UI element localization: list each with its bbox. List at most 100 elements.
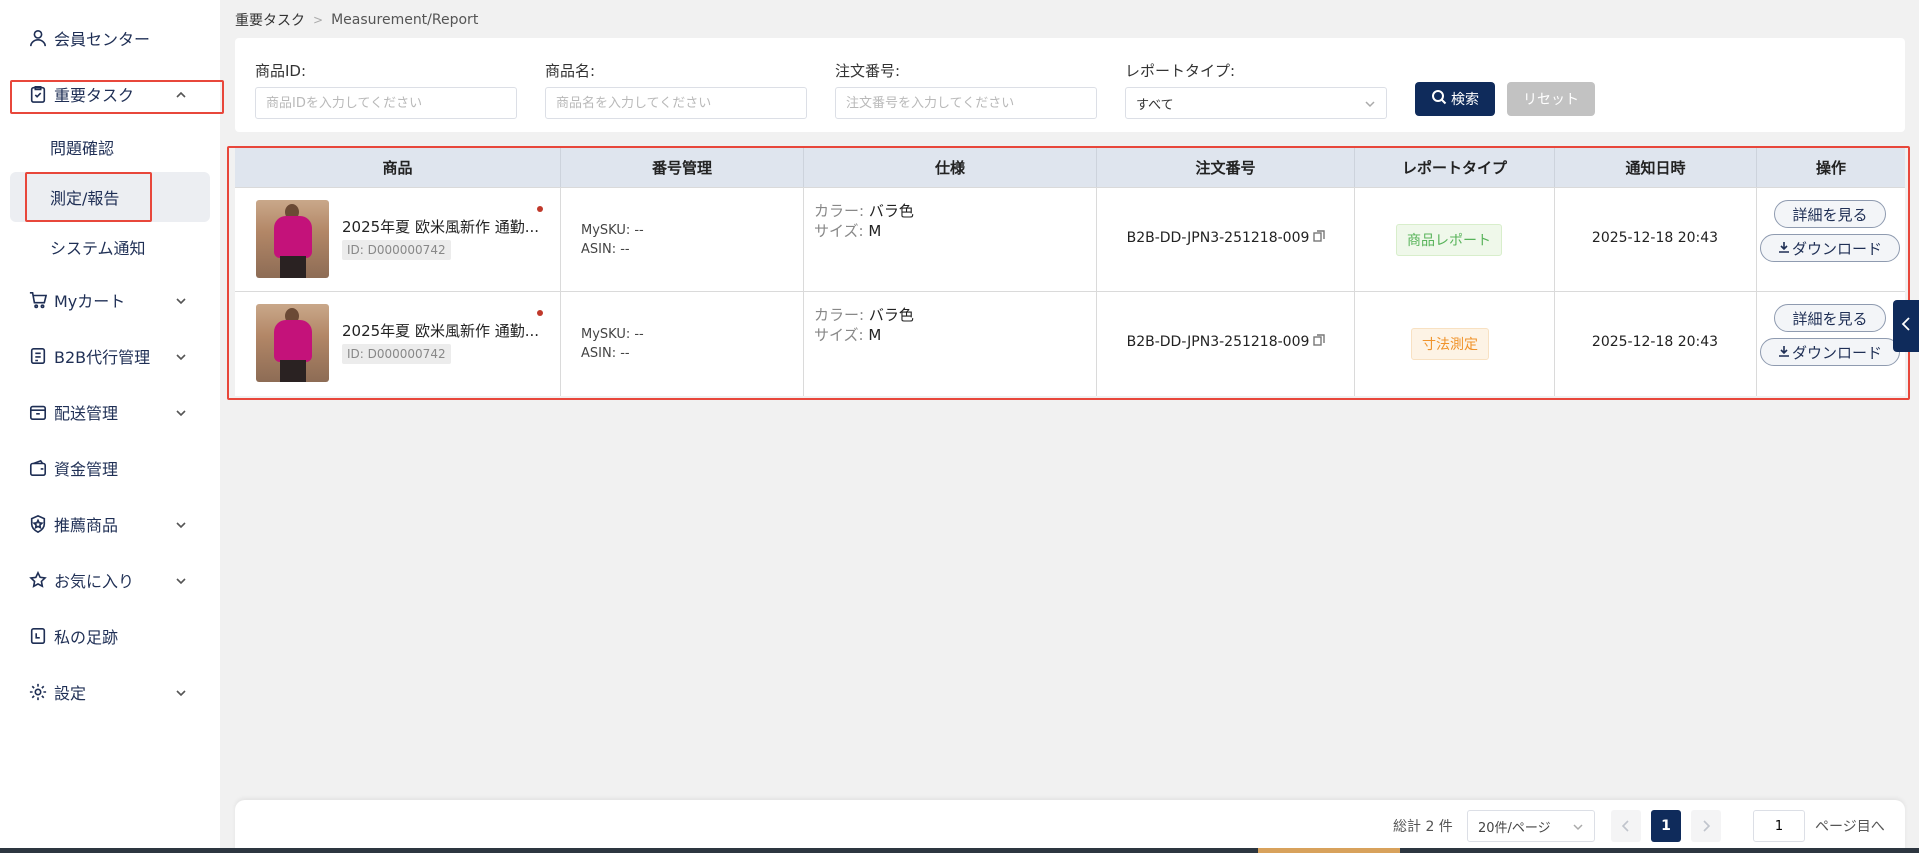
copy-icon[interactable]: [1313, 230, 1326, 246]
order-no-input[interactable]: [835, 87, 1097, 119]
report-table: 商品 番号管理 仕様 注文番号 レポートタイプ 通知日時 操作 2025年夏 欧…: [235, 148, 1905, 396]
spec-key: カラー:: [814, 306, 865, 324]
collapse-panel-tab[interactable]: [1893, 300, 1919, 352]
chevron-left-icon: [1900, 316, 1912, 336]
unread-dot: [537, 206, 543, 212]
nav-my-cart[interactable]: Myカート: [10, 282, 210, 318]
nav-label: 私の足跡: [54, 628, 119, 647]
spec-value: バラ色: [868, 202, 914, 220]
product-id-field: 商品ID:: [255, 60, 517, 119]
page-size-value: 20件/ページ: [1478, 820, 1551, 836]
wallet-icon: [28, 458, 48, 478]
column-header: 仕様: [804, 148, 1097, 187]
product-name-label: 商品名:: [545, 62, 596, 80]
nav-label: 設定: [54, 684, 87, 703]
table-row: 2025年夏 欧米風新作 通勤... ID: D000000742 MySKU:…: [235, 187, 1905, 292]
nav-recommended[interactable]: 推薦商品: [10, 506, 210, 542]
nav-delivery[interactable]: 配送管理: [10, 394, 210, 430]
column-header: レポートタイプ: [1355, 148, 1555, 187]
page-size-select[interactable]: 20件/ページ: [1467, 810, 1595, 842]
document-icon: [28, 346, 48, 366]
chevron-down-icon: [174, 405, 188, 419]
notify-date: 2025-12-18 20:43: [1591, 230, 1719, 246]
page-number-current[interactable]: 1: [1651, 810, 1681, 842]
spec-value: M: [868, 326, 882, 344]
total-count: 総計 2 件: [1393, 819, 1453, 835]
product-thumbnail[interactable]: [256, 200, 329, 278]
nav-funds[interactable]: 資金管理: [10, 450, 210, 486]
product-name[interactable]: 2025年夏 欧米風新作 通勤...: [342, 216, 547, 237]
report-type-value: すべて: [1136, 97, 1174, 113]
order-no-field: 注文番号:: [835, 60, 1097, 119]
product-name-input[interactable]: [545, 87, 807, 119]
product-id: ID: D000000742: [342, 240, 451, 260]
order-cell: B2B-DD-JPN3-251218-009: [1097, 188, 1355, 292]
chevron-right-icon: [1703, 820, 1711, 832]
nav-footprints[interactable]: 私の足跡: [10, 618, 210, 654]
asin: ASIN: --: [581, 242, 630, 257]
copy-icon[interactable]: [1313, 334, 1326, 350]
nav-settings[interactable]: 設定: [10, 674, 210, 710]
page-jump-input[interactable]: [1753, 810, 1805, 842]
report-type-select[interactable]: すべて: [1125, 87, 1387, 119]
download-button[interactable]: ダウンロード: [1760, 234, 1900, 262]
spec-key: サイズ:: [814, 326, 864, 344]
search-button[interactable]: 検索: [1415, 82, 1495, 116]
asin: ASIN: --: [581, 346, 630, 361]
view-detail-button[interactable]: 詳細を見る: [1774, 304, 1886, 332]
sub-item-system-notice[interactable]: システム通知: [10, 222, 210, 272]
chevron-left-icon: [1621, 820, 1629, 832]
prev-page-button[interactable]: [1611, 810, 1641, 842]
chevron-up-icon: [174, 87, 188, 101]
download-icon: [1778, 343, 1792, 361]
view-detail-button[interactable]: 詳細を見る: [1774, 200, 1886, 228]
spec-key: サイズ:: [814, 222, 864, 240]
breadcrumb-current: Measurement/Report: [331, 12, 479, 28]
nav-favorites[interactable]: お気に入り: [10, 562, 210, 598]
download-button[interactable]: ダウンロード: [1760, 338, 1900, 366]
product-cell: 2025年夏 欧米風新作 通勤... ID: D000000742: [235, 188, 561, 292]
sub-item-issue-confirm[interactable]: 問題確認: [10, 122, 210, 172]
report-type-cell: 寸法測定: [1355, 292, 1555, 396]
breadcrumb-root[interactable]: 重要タスク: [235, 10, 305, 30]
notify-date: 2025-12-18 20:43: [1591, 334, 1719, 350]
product-id-input[interactable]: [255, 87, 517, 119]
next-page-button[interactable]: [1691, 810, 1721, 842]
report-type-badge: 商品レポート: [1396, 224, 1502, 256]
clipboard-check-icon: [28, 84, 48, 104]
nav-label: 配送管理: [54, 404, 119, 423]
report-type-badge: 寸法測定: [1411, 328, 1489, 360]
nav-label: Myカート: [54, 292, 126, 311]
date-cell: 2025-12-18 20:43: [1555, 188, 1757, 292]
badge-star-icon: [28, 514, 48, 534]
chevron-down-icon: [174, 349, 188, 363]
action-cell: 詳細を見る ダウンロード: [1757, 292, 1905, 396]
nav-important-tasks[interactable]: 重要タスク: [10, 76, 210, 112]
search-label: 検索: [1451, 92, 1479, 108]
action-cell: 詳細を見る ダウンロード: [1757, 188, 1905, 292]
order-number: B2B-DD-JPN3-251218-009: [1097, 334, 1355, 350]
nav-member-center[interactable]: 会員センター: [10, 20, 210, 56]
star-icon: [28, 570, 48, 590]
mysku: MySKU: --: [581, 223, 644, 238]
search-icon: [1431, 89, 1447, 109]
spec-cell: カラー: バラ色 サイズ: M: [804, 292, 1097, 396]
product-thumbnail[interactable]: [256, 304, 329, 382]
sub-item-measurement-report[interactable]: 測定/報告: [10, 172, 210, 222]
product-name[interactable]: 2025年夏 欧米風新作 通勤...: [342, 320, 547, 341]
chevron-down-icon: [174, 517, 188, 531]
nav-b2b-agent[interactable]: B2B代行管理: [10, 338, 210, 374]
date-cell: 2025-12-18 20:43: [1555, 292, 1757, 396]
column-header: 操作: [1757, 148, 1905, 187]
order-number-text: B2B-DD-JPN3-251218-009: [1126, 230, 1310, 246]
sku-cell: MySKU: -- ASIN: --: [561, 292, 804, 396]
reset-button[interactable]: リセット: [1507, 82, 1595, 116]
spec-color: カラー: バラ色: [814, 304, 914, 325]
product-name-field: 商品名:: [545, 60, 807, 119]
column-header: 番号管理: [561, 148, 804, 187]
user-icon: [28, 28, 48, 48]
pagination: 総計 2 件 20件/ページ 1 ページ目へ: [235, 800, 1905, 853]
product-id: ID: D000000742: [342, 344, 451, 364]
chevron-down-icon: [174, 293, 188, 307]
nav-label: 資金管理: [54, 460, 119, 479]
